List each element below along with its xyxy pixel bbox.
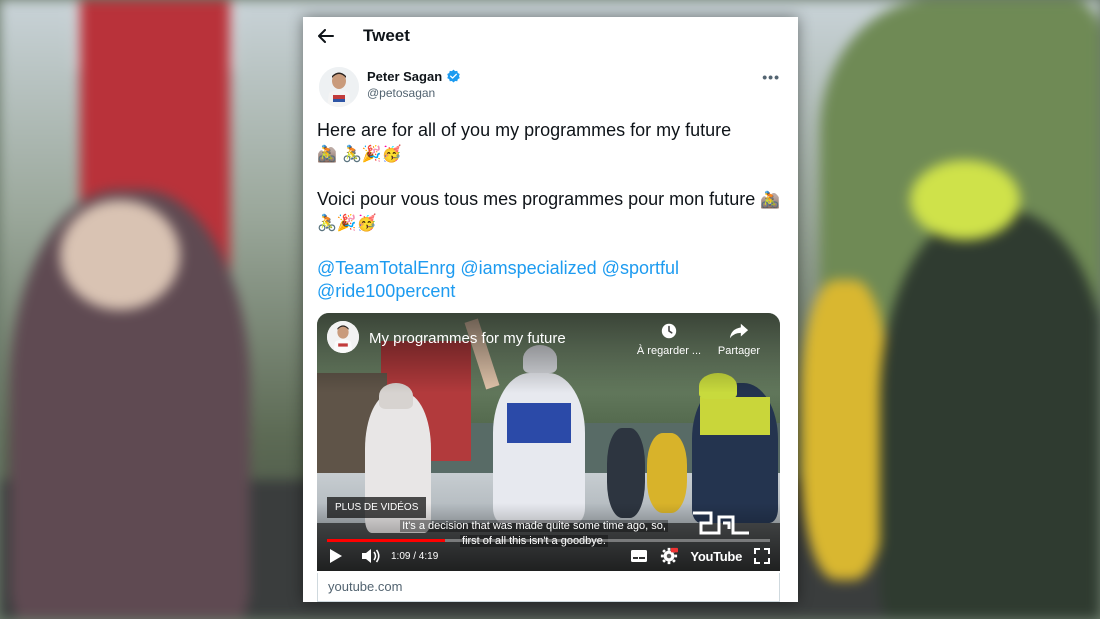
channel-avatar[interactable] — [327, 321, 359, 353]
more-horizontal-icon[interactable]: ••• — [762, 69, 780, 85]
paragraph-text: Voici pour vous tous mes programmes pour… — [317, 189, 756, 209]
paragraph-text: Here are for all of you my programmes fo… — [317, 120, 732, 140]
caption-line-1: It's a decision that was made quite some… — [400, 520, 668, 532]
more-videos-button[interactable]: PLUS DE VIDÉOS — [327, 497, 427, 518]
author-name[interactable]: Peter Sagan — [367, 69, 442, 84]
share-button[interactable]: Partager — [709, 321, 769, 357]
gear-icon[interactable] — [660, 547, 679, 565]
tweet-paragraph-1: Here are for all of you my programmes fo… — [317, 119, 784, 165]
clock-icon — [660, 322, 678, 343]
watch-later-label: À regarder ... — [636, 345, 702, 357]
verified-badge-icon — [446, 69, 461, 84]
mention-link[interactable]: @TeamTotalEnrg — [317, 258, 455, 278]
page-title: Tweet — [363, 26, 410, 45]
youtube-logo[interactable]: YouTube — [690, 549, 742, 564]
team-logo-icon — [693, 511, 749, 535]
emoji-group: 🚵 🚴🎉🥳 — [317, 144, 402, 163]
watch-later-button[interactable]: À regarder ... — [633, 321, 705, 357]
tweet-header: Tweet — [303, 17, 798, 55]
mentions: @TeamTotalEnrg @iamspecialized @sportful @… — [317, 257, 784, 303]
video-title[interactable]: My programmes for my future — [369, 330, 566, 347]
avatar[interactable] — [319, 67, 359, 107]
mention-link[interactable]: @sportful — [602, 258, 679, 278]
tweet-card: Tweet Peter Sagan @petosagan ••• Here ar… — [303, 17, 798, 602]
tweet-author: Peter Sagan @petosagan ••• — [303, 55, 798, 107]
tweet-paragraph-2: Voici pour vous tous mes programmes pour… — [317, 188, 784, 234]
fullscreen-icon[interactable] — [754, 548, 770, 564]
subtitles-icon[interactable] — [630, 549, 648, 563]
arrow-left-icon[interactable] — [317, 27, 335, 45]
tweet-text: Here are for all of you my programmes fo… — [303, 107, 798, 303]
share-label: Partager — [717, 345, 761, 357]
video-progress-bar[interactable] — [327, 539, 770, 542]
video-progress-fill — [327, 539, 445, 542]
mention-link[interactable]: @ride100percent — [317, 281, 455, 301]
video-player[interactable]: My programmes for my future À regarder .… — [317, 313, 780, 571]
play-icon[interactable] — [329, 548, 343, 564]
volume-icon[interactable] — [361, 548, 381, 564]
author-handle[interactable]: @petosagan — [367, 86, 461, 100]
link-domain[interactable]: youtube.com — [317, 573, 780, 602]
video-controls: 1:09 / 4:19 YouTube — [327, 545, 770, 567]
mention-link[interactable]: @iamspecialized — [460, 258, 596, 278]
video-time: 1:09 / 4:19 — [391, 550, 439, 562]
share-arrow-icon — [729, 322, 749, 343]
